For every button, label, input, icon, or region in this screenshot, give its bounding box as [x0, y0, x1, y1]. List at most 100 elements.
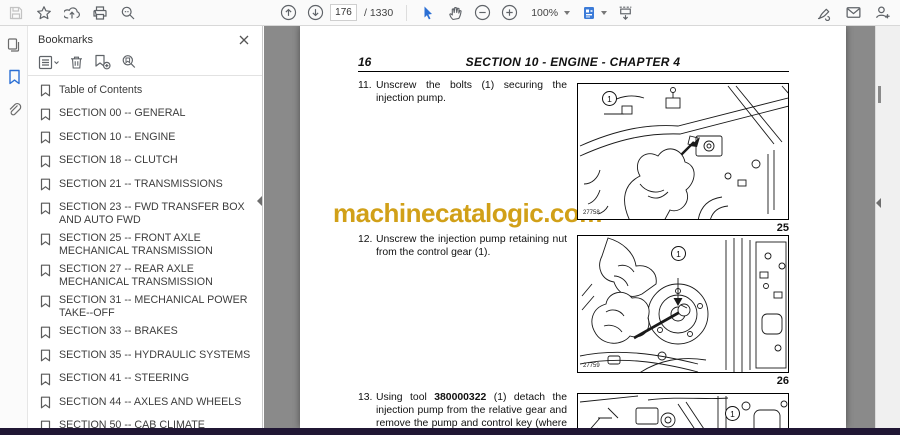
step-number: 11. [358, 80, 372, 91]
bookmark-item-label: SECTION 23 -- FWD TRANSFER BOX AND AUTO … [59, 201, 245, 226]
tool-number: 380000322 [434, 392, 487, 403]
page-down-icon[interactable] [303, 1, 327, 25]
bookmark-icon [40, 131, 51, 149]
bookmarks-panel-header: Bookmarks [28, 26, 262, 50]
bookmark-item-label: SECTION 31 -- MECHANICAL POWER TAKE--OFF [59, 294, 248, 319]
share-upload-icon[interactable] [60, 1, 84, 25]
step-text: Using tool 380000322 (1) detach the inje… [376, 392, 567, 428]
bookmarks-panel: Bookmarks Table of Contents SECTION 00 -… [28, 26, 263, 435]
step-11: 11. Unscrew the bolts (1) securing the i… [358, 79, 567, 105]
chevron-down-icon [564, 10, 571, 15]
page-thumbnails-icon[interactable] [0, 32, 28, 58]
toolbar-divider [406, 4, 408, 21]
search-icon[interactable] [116, 1, 140, 25]
print-icon[interactable] [88, 1, 112, 25]
collapse-panel-arrow[interactable] [257, 196, 262, 206]
figure-retaining-nut: 1 27759 [577, 235, 789, 373]
bookmark-item-label: SECTION 00 -- GENERAL [59, 107, 186, 119]
step-12: 12. Unscrew the injection pump retaining… [358, 233, 567, 259]
main-toolbar: / 1330 100% [0, 0, 900, 26]
pdf-viewer-window: / 1330 100% [0, 0, 900, 435]
zoom-out-icon[interactable] [470, 1, 494, 25]
bookmark-item[interactable]: SECTION 00 -- GENERAL [28, 105, 262, 129]
bookmark-item-label: SECTION 27 -- REAR AXLE MECHANICAL TRANS… [59, 263, 213, 288]
hand-tool-icon[interactable] [443, 1, 467, 25]
bookmark-item-label: SECTION 25 -- FRONT AXLE MECHANICAL TRAN… [59, 232, 213, 257]
bookmark-item[interactable]: SECTION 10 -- ENGINE [28, 128, 262, 152]
bookmark-item[interactable]: SECTION 35 -- HYDRAULIC SYSTEMS [28, 346, 262, 370]
bookmark-item-label: Table of Contents [59, 83, 143, 96]
page-display-dropdown[interactable] [576, 0, 610, 27]
step-13: 13. Using tool 380000322 (1) detach the … [358, 391, 567, 428]
bookmark-item-label: SECTION 21 -- TRANSMISSIONS [59, 177, 223, 190]
bookmark-icon [40, 264, 51, 282]
bottom-bar [0, 428, 900, 435]
bookmark-item[interactable]: SECTION 23 -- FWD TRANSFER BOX AND AUTO … [28, 199, 262, 230]
callout-1: 1 [725, 406, 740, 421]
chapter-header: SECTION 10 - ENGINE - CHAPTER 4 [465, 55, 681, 69]
bookmark-item-label: SECTION 33 -- BRAKES [59, 325, 178, 337]
page-up-icon[interactable] [276, 1, 300, 25]
current-page-input[interactable] [330, 4, 357, 21]
figure-number: 26 [776, 375, 789, 387]
watermark-text: machinecatalogic.com [333, 198, 602, 228]
bookmark-icon [40, 349, 51, 367]
bookmark-icon [40, 178, 51, 196]
step-number: 13. [358, 392, 373, 403]
add-bookmark-icon[interactable] [94, 54, 111, 70]
figure-injection-pump-bolts: 1 27758 [577, 83, 789, 220]
bookmark-item[interactable]: SECTION 18 -- CLUTCH [28, 152, 262, 176]
zoom-level-dropdown[interactable]: 100% [524, 5, 573, 21]
bookmark-options-icon[interactable] [38, 55, 59, 70]
step-text: Unscrew the injection pump retaining nut… [376, 234, 567, 258]
select-tool-icon[interactable] [416, 1, 440, 25]
header-rule [358, 71, 789, 72]
bookmark-item[interactable]: SECTION 41 -- STEERING [28, 370, 262, 394]
bookmark-icon [40, 326, 51, 344]
figure-number: 25 [776, 222, 789, 234]
bookmark-item-label: SECTION 10 -- ENGINE [59, 130, 176, 143]
bookmarks-list: Table of Contents SECTION 00 -- GENERAL … [28, 76, 262, 435]
bookmark-icon [40, 108, 51, 126]
fit-width-icon[interactable] [613, 1, 637, 25]
zoom-level-value: 100% [531, 6, 559, 19]
page-total-label: / 1330 [364, 6, 394, 19]
callout-1: 1 [602, 91, 617, 106]
close-icon[interactable] [236, 32, 252, 48]
save-icon[interactable] [4, 1, 28, 25]
bookmark-item[interactable]: SECTION 44 -- AXLES AND WHEELS [28, 393, 262, 417]
favorite-star-icon[interactable] [32, 1, 56, 25]
bookmark-item[interactable]: SECTION 31 -- MECHANICAL POWER TAKE--OFF [28, 292, 262, 323]
email-icon[interactable] [841, 1, 865, 25]
bookmark-item[interactable]: SECTION 27 -- REAR AXLE MECHANICAL TRANS… [28, 261, 262, 292]
bookmark-item-label: SECTION 35 -- HYDRAULIC SYSTEMS [59, 348, 251, 361]
pdf-page: 16 SECTION 10 - ENGINE - CHAPTER 4 11. U… [300, 26, 846, 428]
vertical-scrollbar[interactable] [875, 26, 900, 428]
account-icon[interactable] [870, 1, 894, 25]
scrollbar-thumb[interactable] [878, 86, 881, 103]
navigation-rail [0, 26, 28, 428]
bookmark-icon [40, 295, 51, 313]
bookmark-item[interactable]: SECTION 21 -- TRANSMISSIONS [28, 175, 262, 199]
sign-pen-icon[interactable] [812, 1, 836, 25]
step-number: 12. [358, 234, 373, 245]
bookmark-icon [40, 155, 51, 173]
zoom-in-icon[interactable] [497, 1, 521, 25]
delete-bookmark-icon[interactable] [69, 55, 84, 70]
toolbar-file-group [4, 0, 140, 25]
bookmark-item[interactable]: SECTION 25 -- FRONT AXLE MECHANICAL TRAN… [28, 230, 262, 261]
bookmark-item[interactable]: Table of Contents [28, 81, 262, 105]
bookmark-item-label: SECTION 44 -- AXLES AND WHEELS [59, 395, 242, 408]
toolbar-right-group [812, 0, 894, 25]
bookmark-item-label: SECTION 18 -- CLUTCH [59, 154, 178, 166]
step-text: Unscrew the bolts (1) securing the injec… [376, 80, 567, 104]
bookmark-item[interactable]: SECTION 33 -- BRAKES [28, 323, 262, 347]
line-art [579, 395, 788, 428]
attachments-icon[interactable] [0, 96, 28, 122]
find-bookmark-icon[interactable] [121, 54, 137, 70]
bookmark-icon [40, 373, 51, 391]
toolbar-nav-group: / 1330 100% [276, 0, 637, 25]
bookmarks-panel-icon[interactable] [0, 64, 28, 90]
bookmark-icon [40, 84, 51, 102]
collapse-right-arrow[interactable] [876, 198, 881, 208]
